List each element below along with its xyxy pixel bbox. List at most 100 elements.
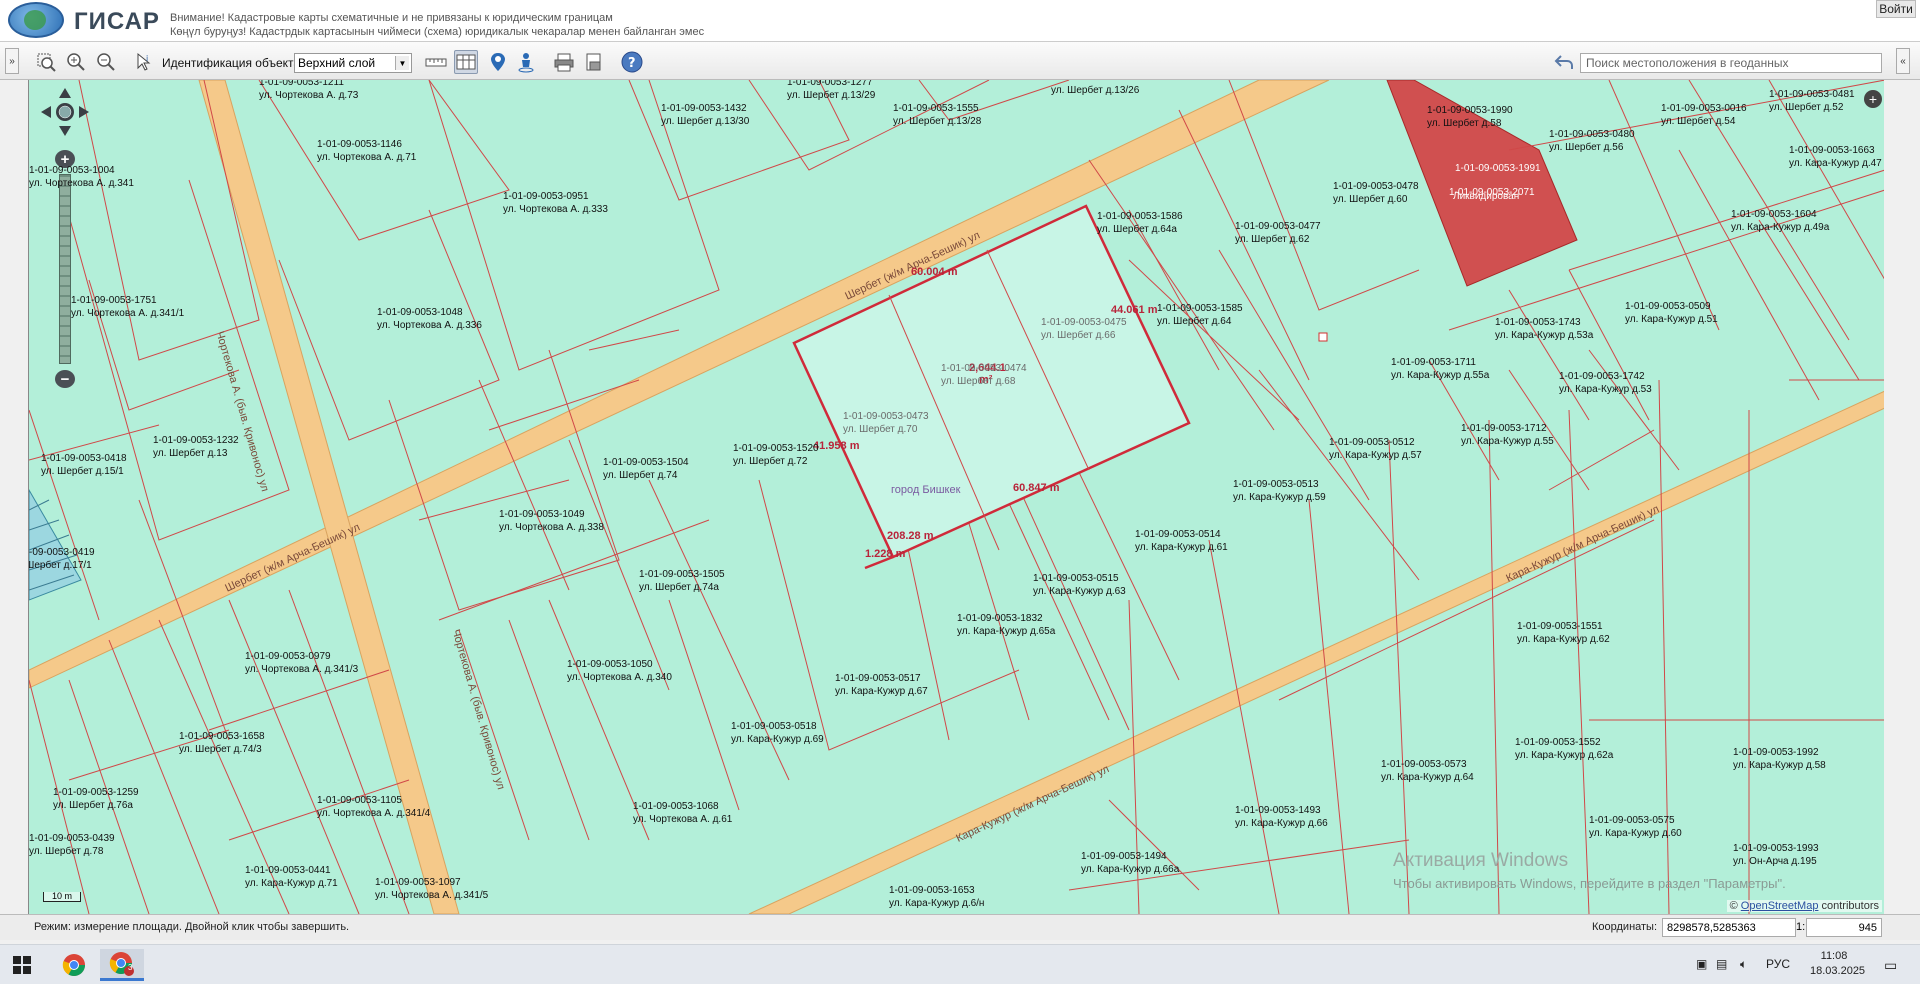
expand-left-panel-button[interactable]: » <box>5 48 19 74</box>
notifications-icon[interactable]: ▭ <box>1884 957 1897 974</box>
parcel-label[interactable]: 1-01-09-0053-0473 ул. Шербет д.70 <box>843 410 929 436</box>
map-zoom-out-button[interactable]: − <box>55 370 75 388</box>
parcel-label[interactable]: 1-01-09-0053-0439 ул. Шербет д.78 <box>29 832 115 858</box>
parcel-label[interactable]: 1-01-09-0053-0481 ул. Шербет д.52 <box>1769 88 1855 114</box>
parcel-label[interactable]: 1-01-09-0053-1586 ул. Шербет д.64а <box>1097 210 1183 236</box>
parcel-label[interactable]: 1-01-09-0053-1211 ул. Чортекова А. д.73 <box>259 80 358 102</box>
parcel-label[interactable]: 1-01-09-0053-0478 ул. Шербет д.60 <box>1333 180 1419 206</box>
parcel-label[interactable]: 1-01-09-0053-1494 ул. Кара-Кужур д.66а <box>1081 850 1179 876</box>
parcel-label[interactable]: 1-01-09-0053-0515 ул. Кара-Кужур д.63 <box>1033 572 1126 598</box>
language-indicator[interactable]: РУС <box>1766 957 1790 971</box>
parcel-label[interactable]: 1-01-09-0053-1232 ул. Шербет д.13 <box>153 434 239 460</box>
parcel-label[interactable]: 1-01-09-0053-1277 ул. Шербет д.13/29 <box>787 80 875 102</box>
measure-length-icon[interactable] <box>424 50 448 74</box>
parcel-label[interactable]: 1-01-09-0053-0575 ул. Кара-Кужур д.60 <box>1589 814 1682 840</box>
parcel-label[interactable]: 1-01-09-0053-1990 ул. Шербет д.58 <box>1427 104 1513 130</box>
scale-field[interactable]: 945 <box>1806 918 1882 937</box>
zoom-track[interactable] <box>59 174 71 364</box>
parcel-label[interactable]: 1-01-09-0053-1658 ул. Шербет д.74/3 <box>179 730 265 756</box>
parcel-label[interactable]: 1-01-09-0053-0951 ул. Чортекова А. д.333 <box>503 190 608 216</box>
parcel-label[interactable]: 1-01-09-0053-1146 ул. Чортекова А. д.71 <box>317 138 416 164</box>
export-icon[interactable] <box>582 50 606 74</box>
parcel-label[interactable]: 1-01-09-0053-0518 ул. Кара-Кужур д.69 <box>731 720 824 746</box>
parcel-label[interactable]: ул. Шербет д.13/26 <box>1051 84 1139 97</box>
collapse-right-panel-button[interactable]: « <box>1896 48 1910 74</box>
parcel-code: 1-01-09-0053-0515 <box>1033 573 1119 584</box>
parcel-label[interactable]: 1-01-09-0053-0477 ул. Шербет д.62 <box>1235 220 1321 246</box>
parcel-label[interactable]: 1-01-09-0053-1992 ул. Кара-Кужур д.58 <box>1733 746 1826 772</box>
parcel-label[interactable]: 1-01-09-0053-1050 ул. Чортекова А. д.340 <box>567 658 672 684</box>
measure-area-icon[interactable] <box>454 50 478 74</box>
chrome-icon[interactable] <box>52 949 96 981</box>
parcel-label[interactable]: 1-01-09-0053-1552 ул. Кара-Кужур д.62а <box>1515 736 1613 762</box>
parcel-label[interactable]: 1-01-09-0053-1555 ул. Шербет д.13/28 <box>893 102 981 128</box>
pan-control[interactable] <box>39 86 91 138</box>
undo-arrow-icon[interactable] <box>1552 50 1576 74</box>
parcel-label[interactable]: 1-01-09-0053-0979 ул. Чортекова А. д.341/… <box>245 650 358 676</box>
parcel-label[interactable]: 1-01-09-0053-1504 ул. Шербет д.74 <box>603 456 689 482</box>
parcel-label[interactable]: 1-01-09-0053-0513 ул. Кара-Кужур д.59 <box>1233 478 1326 504</box>
network-icon[interactable]: ▤ <box>1716 957 1727 971</box>
parcel-label[interactable]: 1-01-09-0053-1712 ул. Кара-Кужур д.55 <box>1461 422 1554 448</box>
parcel-label[interactable]: 1-01-09-0053-1751 ул. Чортекова А. д.341/… <box>71 294 184 320</box>
parcel-label[interactable]: 1-01-09-0053-1585 ул. Шербет д.64 <box>1157 302 1243 328</box>
parcel-label[interactable]: 1-01-09-0053-1432 ул. Шербет д.13/30 <box>661 102 749 128</box>
map-view[interactable]: + − + Шербет (ж/м Арча-Бешик) ул Шербет … <box>28 80 1884 914</box>
vertex-handle[interactable] <box>1318 332 1328 342</box>
parcel-label[interactable]: 1-01-09-0053-1604 ул. Кара-Кужур д.49а <box>1731 208 1829 234</box>
location-search-input[interactable] <box>1580 53 1882 73</box>
parcel-label[interactable]: 1-01-09-0053-1048 ул. Чортекова А. д.336 <box>377 306 482 332</box>
layer-select[interactable]: Верхний слой ▼ <box>294 53 412 73</box>
parcel-label[interactable]: 1-01-09-0053-1993 ул. Он-Арча д.195 <box>1733 842 1819 868</box>
parcel-label[interactable]: 1-01-09-0053-0418 ул. Шербет д.15/1 <box>41 452 127 478</box>
parcel-label[interactable]: 1-01-09-0053-0441 ул. Кара-Кужур д.71 <box>245 864 338 890</box>
layer-select-value: Верхний слой <box>298 56 376 70</box>
map-layers-plus-button[interactable]: + <box>1864 90 1882 108</box>
chrome-active-icon[interactable]: 3 <box>100 949 144 981</box>
parcel-label[interactable]: 1-01-09-0053-0016 ул. Шербет д.54 <box>1661 102 1747 128</box>
zoom-box-icon[interactable] <box>34 50 58 74</box>
clock[interactable]: 11:08 18.03.2025 <box>1810 949 1865 979</box>
parcel-label[interactable]: 1-01-09-0053-1832 ул. Кара-Кужур д.65а <box>957 612 1055 638</box>
parcel-label[interactable]: 1-01-09-0053-1520 ул. Шербет д.72 <box>733 442 819 468</box>
zoom-out-icon[interactable] <box>94 50 118 74</box>
map-pin-icon[interactable] <box>486 50 510 74</box>
parcel-label[interactable]: 1-01-09-0053-1097 ул. Чортекова А. д.341/… <box>375 876 488 902</box>
parcel-label[interactable]: 1-01-09-0053-1663 ул. Кара-Кужур д.47 <box>1789 144 1882 170</box>
coords-field[interactable]: 8298578,5285363 <box>1662 918 1796 937</box>
parcel-label[interactable]: 1-01-09-0053-1711 ул. Кара-Кужур д.55а <box>1391 356 1489 382</box>
parcel-label[interactable]: 1-01-09-0053-1049 ул. Чортекова А. д.338 <box>499 508 604 534</box>
print-icon[interactable] <box>552 50 576 74</box>
parcel-label[interactable]: 1-01-09-0053-1653 ул. Кара-Кужур д.6/н <box>889 884 984 910</box>
windows-start-icon[interactable] <box>0 949 44 981</box>
parcel-label[interactable]: 1-01-09-0053-0573 ул. Кара-Кужур д.64 <box>1381 758 1474 784</box>
identify-cursor-icon[interactable]: i <box>132 50 156 74</box>
parcel-label[interactable]: 1-01-09-0053-1493 ул. Кара-Кужур д.66 <box>1235 804 1328 830</box>
parcel-label[interactable]: 1-01-09-0053-0514 ул. Кара-Кужур д.61 <box>1135 528 1228 554</box>
parcel-label[interactable]: 1-01-09-0053-0512 ул. Кара-Кужур д.57 <box>1329 436 1422 462</box>
login-button[interactable]: Войти <box>1876 0 1916 18</box>
parcel-label[interactable]: 1-01-09-0053-1991 <box>1455 162 1541 175</box>
toolbar: » i Идентификация объекта: Верхний слой … <box>0 42 1920 80</box>
parcel-label[interactable]: 1-01-09-0053-0474 ул. Шербет д.68 <box>941 362 1027 388</box>
parcel-label[interactable]: 1-01-09-0053-1259 ул. Шербет д.76а <box>53 786 139 812</box>
meet-now-icon[interactable]: ▣ <box>1696 957 1707 971</box>
person-location-icon[interactable] <box>514 50 538 74</box>
help-icon[interactable]: ? <box>620 50 644 74</box>
parcel-label[interactable]: 1-01-09-0053-0419 ул. Шербет д.17/1 <box>29 546 95 572</box>
parcel-label[interactable]: 1-01-09-0053-1743 ул. Кара-Кужур д.53а <box>1495 316 1593 342</box>
parcel-label[interactable]: 1-01-09-0053-0475 ул. Шербет д.66 <box>1041 316 1127 342</box>
volume-icon[interactable]: 🔈︎ <box>1740 957 1747 972</box>
parcel-label[interactable]: 1-01-09-0053-1551 ул. Кара-Кужур д.62 <box>1517 620 1610 646</box>
parcel-label[interactable]: 1-01-09-0053-0509 ул. Кара-Кужур д.51 <box>1625 300 1718 326</box>
parcel-label[interactable]: 1-01-09-0053-1068 ул. Чортекова А. д.61 <box>633 800 732 826</box>
parcel-label[interactable]: 1-01-09-0053-1105 ул. Чортекова А. д.341/… <box>317 794 430 820</box>
zoom-in-icon[interactable] <box>64 50 88 74</box>
parcel-code: 1-01-09-0053-1551 <box>1517 621 1603 632</box>
parcel-label[interactable]: 1-01-09-0053-1004 ул. Чортекова А. д.341 <box>29 164 134 190</box>
parcel-label[interactable]: 1-01-09-0053-1505 ул. Шербет д.74а <box>639 568 725 594</box>
parcel-label[interactable]: 1-01-09-0053-1742 ул. Кара-Кужур д.53 <box>1559 370 1652 396</box>
osm-link[interactable]: OpenStreetMap <box>1741 900 1819 912</box>
parcel-label[interactable]: 1-01-09-0053-0480 ул. Шербет д.56 <box>1549 128 1635 154</box>
parcel-label[interactable]: 1-01-09-0053-0517 ул. Кара-Кужур д.67 <box>835 672 928 698</box>
